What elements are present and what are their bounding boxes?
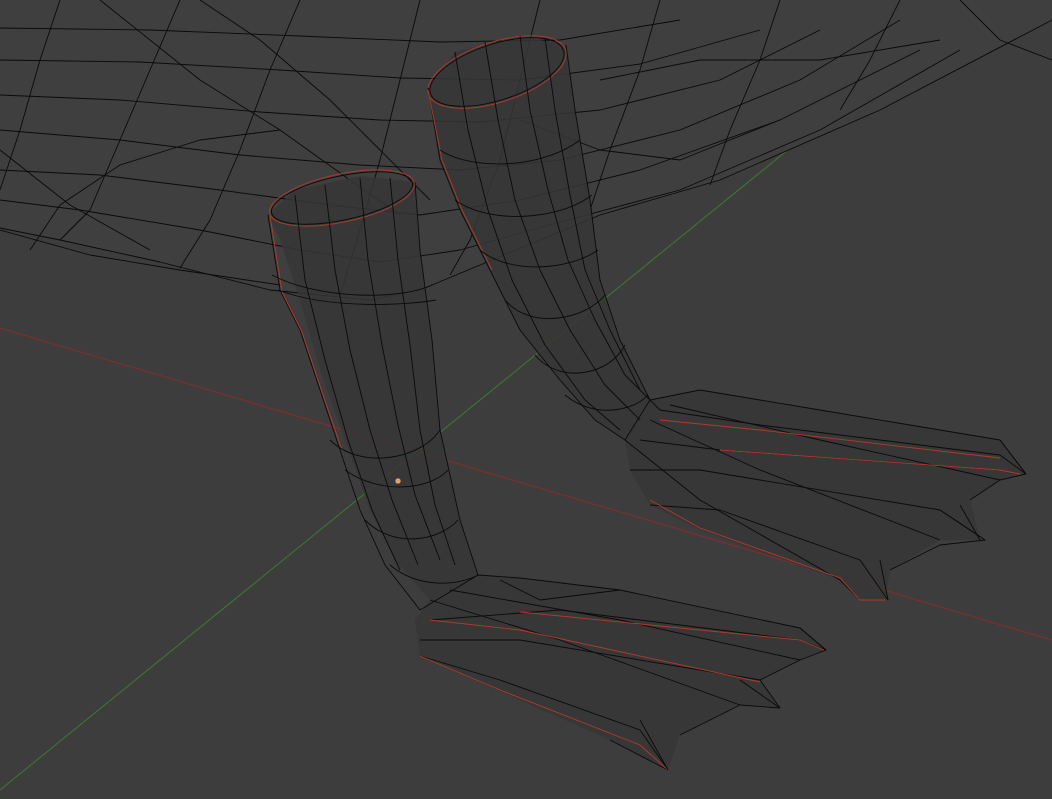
object-origin-point[interactable]: [394, 477, 402, 485]
wireframe-canvas[interactable]: [0, 0, 1052, 799]
3d-viewport[interactable]: [0, 0, 1052, 799]
